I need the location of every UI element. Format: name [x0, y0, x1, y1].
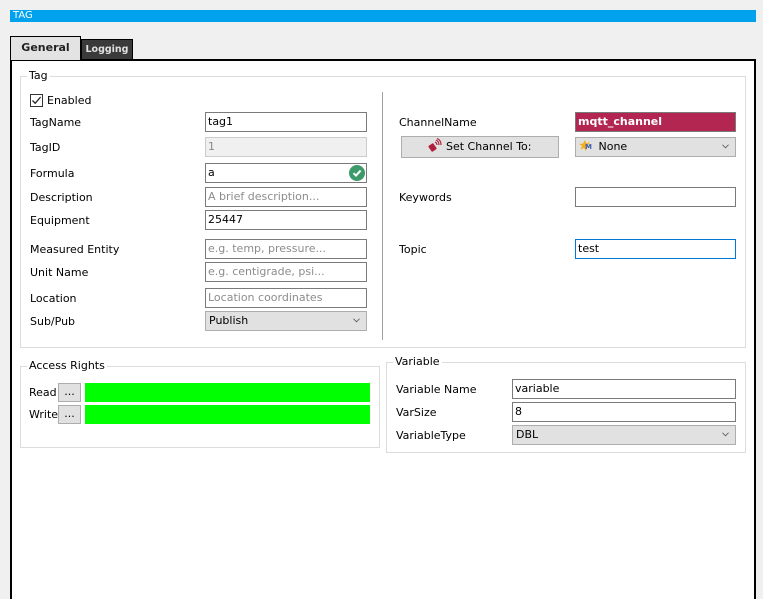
tag-group-title: Tag — [27, 69, 50, 82]
variable-group-title: Variable — [393, 355, 442, 368]
tagid-input: 1 — [205, 137, 367, 157]
column-divider — [382, 92, 383, 340]
varsize-label: VarSize — [396, 406, 437, 419]
location-input[interactable]: Location coordinates — [205, 288, 367, 308]
measured-entity-label: Measured Entity — [30, 243, 120, 256]
tab-logging-label: Logging — [85, 44, 129, 55]
mqtt-icon: M — [579, 140, 592, 151]
subpub-select[interactable]: Publish — [205, 311, 367, 331]
formula-value: a — [208, 166, 215, 179]
read-permissions-button[interactable]: ... — [58, 383, 81, 402]
window-title: TAG — [13, 10, 33, 21]
set-channel-button[interactable]: Set Channel To: — [401, 136, 559, 158]
measured-entity-input[interactable]: e.g. temp, pressure... — [205, 239, 367, 259]
chevron-down-icon — [722, 432, 729, 437]
formula-input[interactable]: a — [205, 163, 367, 183]
channelname-input[interactable]: mqtt_channel — [575, 112, 736, 132]
write-label: Write — [29, 408, 59, 421]
variable-name-input[interactable]: variable — [512, 379, 736, 399]
equipment-label: Equipment — [30, 214, 90, 227]
checkmark-icon — [32, 96, 42, 105]
unit-name-input[interactable]: e.g. centigrade, psi... — [205, 262, 367, 282]
unit-name-label: Unit Name — [30, 266, 89, 279]
tagid-label: TagID — [30, 141, 61, 154]
svg-text:M: M — [585, 143, 592, 151]
subpub-label: Sub/Pub — [30, 315, 76, 328]
formula-label: Formula — [30, 167, 75, 180]
window-title-bar: TAG — [10, 10, 756, 22]
channel-signal-icon — [428, 137, 443, 152]
description-input[interactable]: A brief description... — [205, 187, 367, 207]
enabled-label: Enabled — [47, 94, 92, 107]
channel-selected: None — [598, 140, 628, 153]
chevron-down-icon — [722, 144, 729, 149]
tagname-input[interactable]: tag1 — [205, 112, 367, 132]
topic-label: Topic — [399, 243, 427, 256]
location-label: Location — [30, 292, 77, 305]
equipment-input[interactable]: 25447 — [205, 210, 367, 230]
tab-general-label: General — [21, 41, 70, 54]
variable-name-label: Variable Name — [396, 383, 477, 396]
tab-logging[interactable]: Logging — [81, 39, 133, 59]
variabletype-select[interactable]: DBL — [512, 425, 736, 445]
keywords-input[interactable] — [575, 187, 736, 207]
subpub-selected: Publish — [209, 314, 249, 327]
read-label: Read — [29, 386, 57, 399]
tagname-label: TagName — [30, 116, 82, 129]
read-permissions-bar — [85, 383, 370, 402]
tab-general[interactable]: General — [10, 36, 81, 60]
valid-check-icon — [349, 165, 365, 181]
variabletype-selected: DBL — [516, 428, 539, 441]
enabled-checkbox[interactable] — [30, 94, 43, 107]
channel-select[interactable]: M None — [575, 137, 736, 157]
description-label: Description — [30, 191, 93, 204]
write-permissions-bar — [85, 405, 370, 424]
set-channel-label: Set Channel To: — [445, 140, 532, 153]
access-rights-title: Access Rights — [27, 359, 107, 372]
varsize-input[interactable]: 8 — [512, 402, 736, 422]
keywords-label: Keywords — [399, 191, 452, 204]
variabletype-label: VariableType — [396, 429, 466, 442]
write-permissions-button[interactable]: ... — [58, 405, 81, 424]
channelname-label: ChannelName — [399, 116, 477, 129]
chevron-down-icon — [353, 318, 360, 323]
topic-input[interactable]: test — [575, 239, 736, 259]
